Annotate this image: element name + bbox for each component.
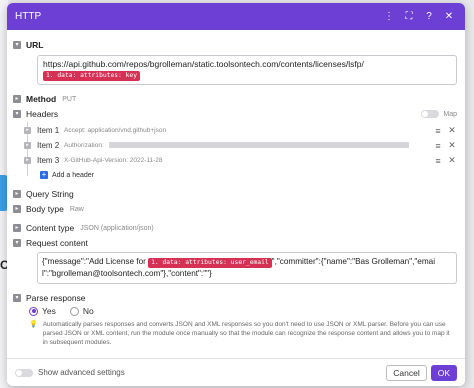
url-value: https://api.github.com/repos/bgrolleman/…: [43, 59, 364, 69]
collapse-toggle-icon[interactable]: ▾: [13, 41, 21, 49]
collapse-toggle-icon[interactable]: ▾: [13, 239, 21, 247]
content-type-value[interactable]: JSON (application/json): [80, 225, 154, 232]
radio-selected-icon: [29, 306, 38, 316]
request-content-input[interactable]: {"message":"Add License for 1. data: att…: [37, 252, 457, 284]
add-header-label: Add a header: [52, 171, 95, 179]
remove-item-icon[interactable]: ✕: [445, 125, 459, 136]
expand-item-icon[interactable]: ▸: [24, 127, 31, 134]
dialog-footer: Show advanced settings Cancel OK: [7, 358, 465, 386]
dialog-title: HTTP: [15, 11, 42, 22]
method-value[interactable]: PUT: [62, 96, 76, 103]
expand-item-icon[interactable]: ▸: [24, 142, 31, 149]
headers-field-row: ▾ Headers: [13, 107, 457, 121]
redacted-block: [108, 142, 409, 149]
dialog-titlebar: HTTP ⋮ ⛶ ? ✕: [7, 3, 465, 30]
map-label: Map: [443, 110, 457, 118]
drag-handle-icon[interactable]: ≡: [431, 126, 445, 136]
body-type-label: Body type: [26, 204, 64, 214]
body-type-value[interactable]: Raw: [70, 206, 84, 213]
add-header-button[interactable]: + Add a header: [40, 169, 94, 181]
remove-item-icon[interactable]: ✕: [445, 140, 459, 151]
fullscreen-icon[interactable]: ⛶: [401, 11, 417, 22]
advanced-settings-label: Show advanced settings: [38, 368, 125, 377]
header-item-row: ▸ Item 2 Authorization: ≡ ✕: [24, 139, 459, 152]
request-content-text: ","committer":{"name":"Bas Grolleman","e…: [271, 257, 436, 266]
request-content-line-2: l":"bgrolleman@toolsontech.com"},"conten…: [42, 269, 212, 278]
header-item-value: Accept: application/vnd.github+json: [64, 127, 167, 134]
header-item-value: X-GitHub-Api-Version: 2022-11-28: [64, 157, 163, 164]
request-content-line-1: {"message":"Add License for 1. data: att…: [42, 256, 452, 268]
url-input[interactable]: https://api.github.com/repos/bgrolleman/…: [37, 55, 457, 85]
drag-handle-icon[interactable]: ≡: [431, 141, 445, 151]
collapse-toggle-icon[interactable]: ▾: [13, 294, 21, 302]
request-content-label: Request content: [26, 238, 88, 248]
url-label: URL: [26, 40, 44, 50]
advanced-settings-toggle-wrap: Show advanced settings: [15, 368, 386, 377]
drag-handle-icon[interactable]: ≡: [431, 156, 445, 166]
cancel-button[interactable]: Cancel: [386, 364, 427, 381]
remove-item-icon[interactable]: ✕: [445, 155, 459, 166]
radio-yes[interactable]: Yes: [29, 306, 56, 316]
radio-unselected-icon: [69, 306, 79, 316]
help-icon[interactable]: ?: [421, 11, 437, 22]
close-icon[interactable]: ✕: [441, 11, 457, 22]
collapse-toggle-icon[interactable]: ▸: [13, 95, 21, 103]
map-toggle[interactable]: [421, 110, 440, 118]
query-string-label: Query String: [26, 189, 74, 199]
collapse-toggle-icon[interactable]: ▸: [13, 224, 21, 232]
headers-label: Headers: [26, 109, 59, 119]
header-item-label: Item 3: [37, 156, 60, 165]
parse-response-field-row: ▾ Parse response: [13, 291, 457, 305]
http-module-dialog: HTTP ⋮ ⛶ ? ✕ ▾ URL https://api.github.co…: [7, 3, 465, 386]
header-item-label: Item 1: [37, 126, 60, 135]
dialog-body: ▾ URL https://api.github.com/repos/bgrol…: [7, 30, 465, 358]
header-item-row: ▸ Item 3 X-GitHub-Api-Version: 2022-11-2…: [24, 154, 459, 167]
mapped-variable-pill[interactable]: 1. data: attributes: user_email: [148, 258, 272, 268]
radio-yes-label: Yes: [42, 306, 56, 316]
more-vertical-icon[interactable]: ⋮: [381, 11, 397, 22]
header-item-value-wrap: Authorization:: [64, 142, 431, 149]
parse-response-hint: 💡 Automatically parses responses and con…: [29, 320, 455, 347]
plus-icon: +: [40, 170, 48, 179]
request-content-text: {"message":"Add License for: [42, 257, 149, 266]
radio-no[interactable]: No: [69, 306, 94, 316]
request-content-field-row: ▾ Request content: [13, 236, 457, 250]
expand-item-icon[interactable]: ▸: [24, 157, 31, 164]
collapse-toggle-icon[interactable]: ▾: [13, 110, 21, 118]
header-item-value: Authorization:: [64, 142, 104, 149]
body-type-field-row: ▸ Body type Raw: [13, 202, 457, 216]
collapse-toggle-icon[interactable]: ▸: [13, 205, 21, 213]
content-type-label: Content type: [26, 223, 75, 233]
advanced-settings-toggle[interactable]: [15, 368, 33, 377]
parse-response-options: Yes No: [29, 306, 94, 316]
content-type-field-row: ▸ Content type JSON (application/json): [13, 221, 457, 235]
header-item-label: Item 2: [37, 141, 60, 150]
hint-text: Automatically parses responses and conve…: [42, 321, 450, 346]
method-label: Method: [26, 94, 57, 104]
method-field-row: ▸ Method PUT: [13, 92, 457, 106]
ok-button[interactable]: OK: [430, 364, 457, 381]
url-field-row: ▾ URL: [13, 38, 457, 52]
parse-response-label: Parse response: [26, 293, 86, 303]
mapped-variable-pill[interactable]: 1. data: attributes: key: [43, 71, 140, 81]
lightbulb-icon: 💡: [29, 321, 38, 328]
map-toggle-wrap: Map: [421, 110, 457, 118]
radio-no-label: No: [82, 306, 94, 316]
query-string-field-row: ▸ Query String: [13, 187, 457, 201]
header-item-row: ▸ Item 1 Accept: application/vnd.github+…: [24, 124, 459, 137]
collapse-toggle-icon[interactable]: ▸: [13, 190, 21, 198]
